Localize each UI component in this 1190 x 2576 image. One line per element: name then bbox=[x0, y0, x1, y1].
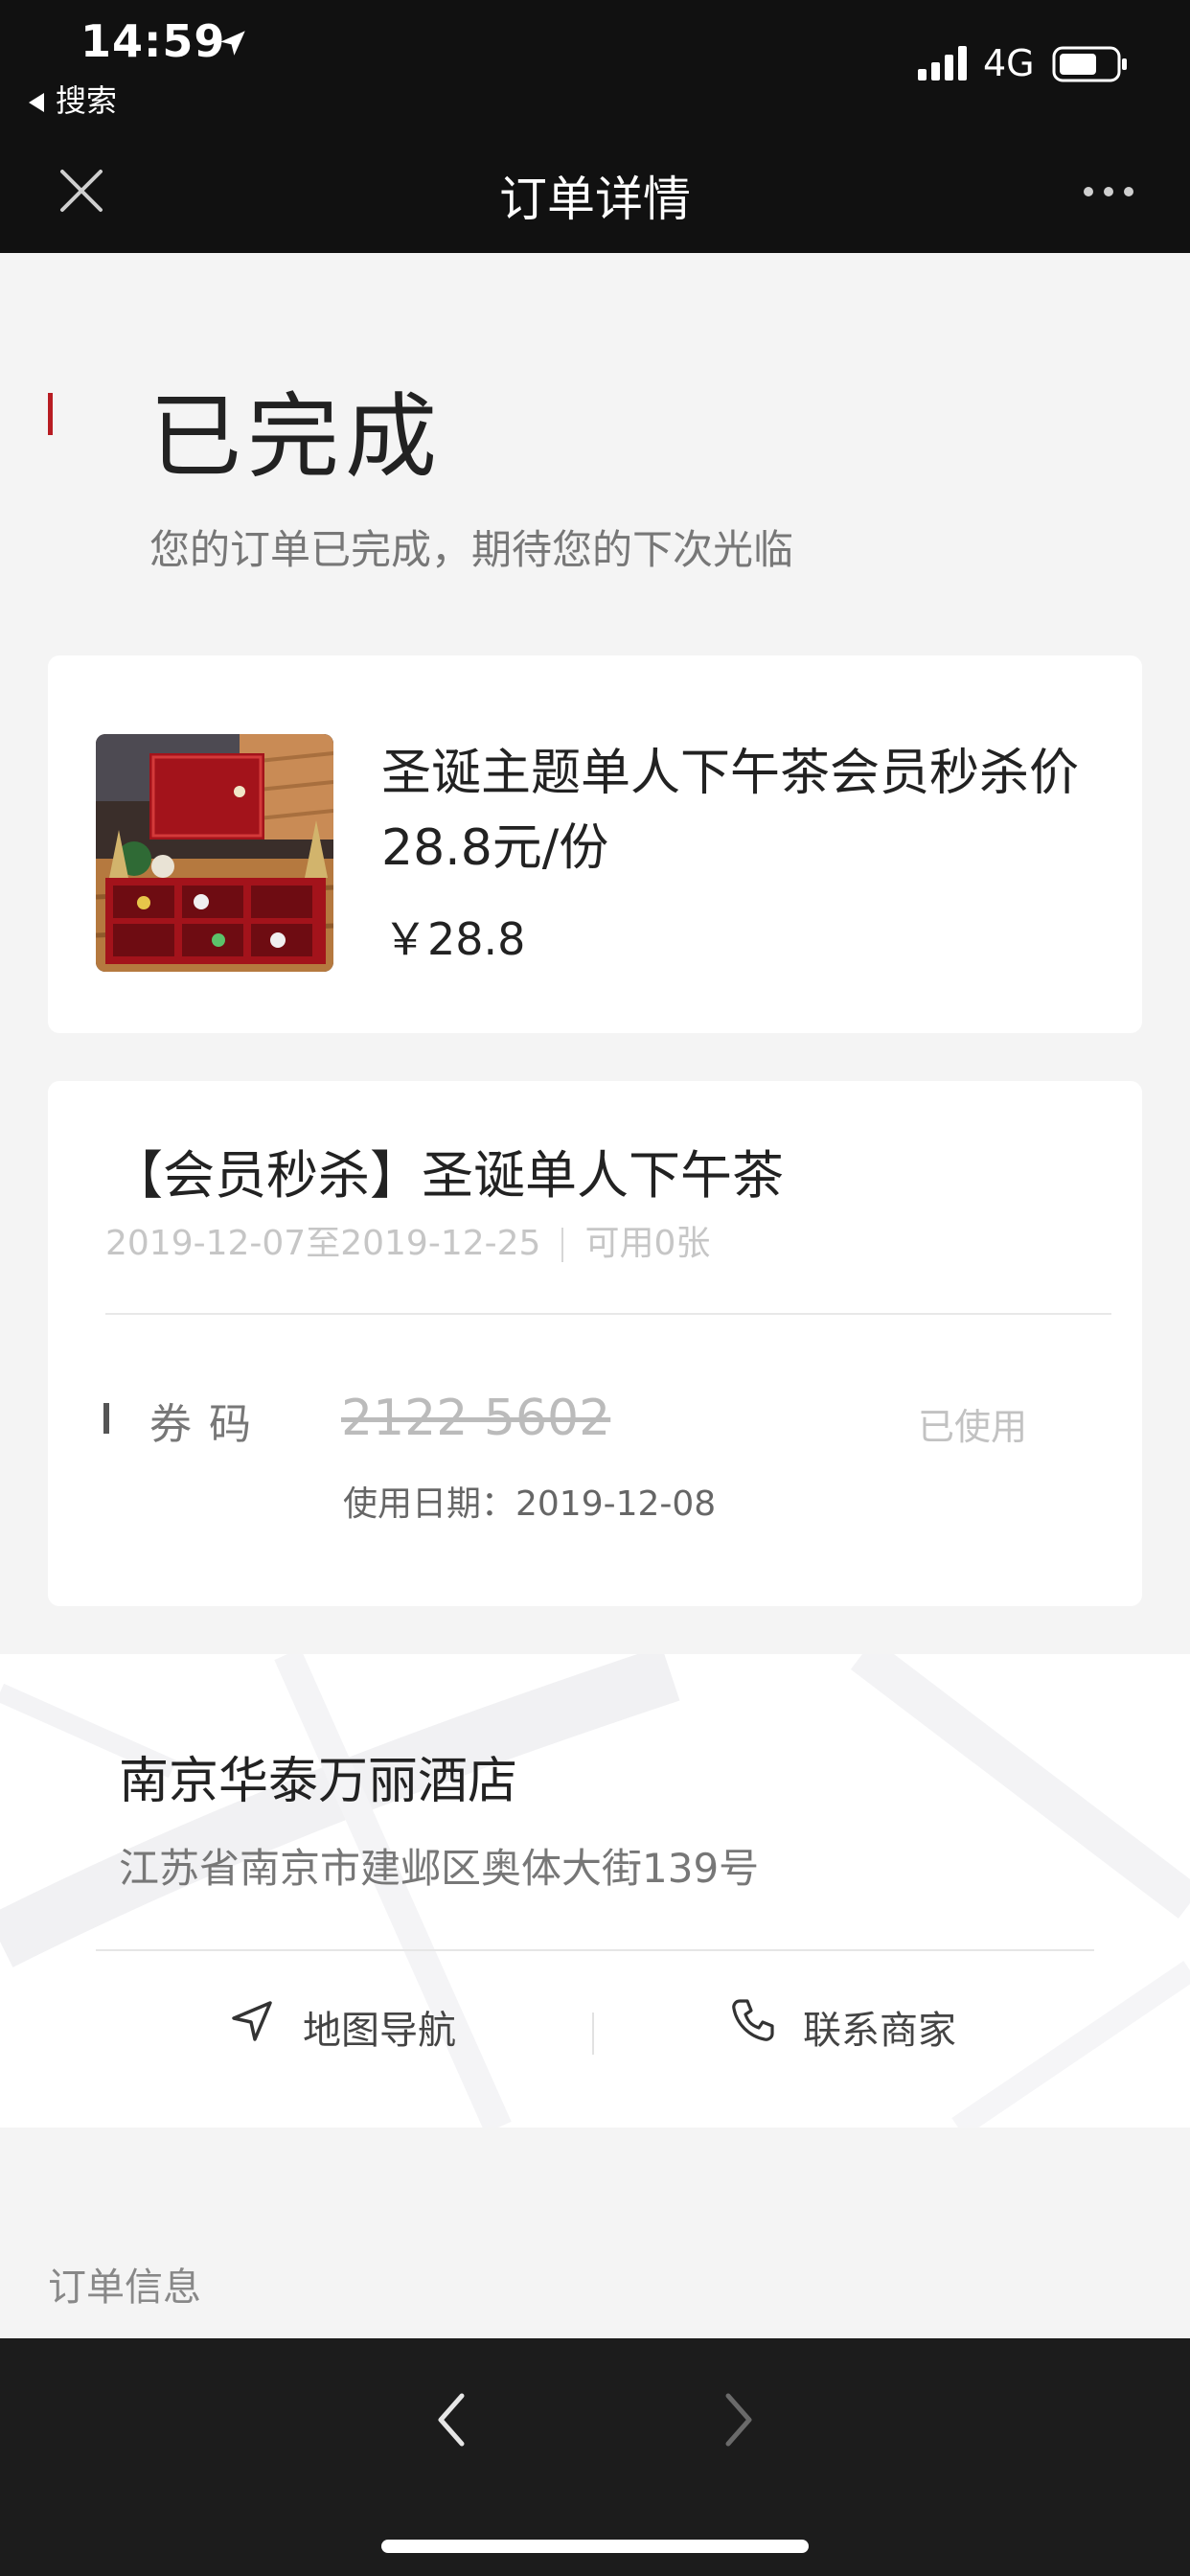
navigation-arrow-icon bbox=[232, 2001, 272, 2041]
contact-merchant-label: 联系商家 bbox=[803, 2009, 956, 2053]
forward-chevron-icon[interactable] bbox=[715, 2386, 763, 2453]
home-indicator[interactable] bbox=[381, 2540, 809, 2553]
code-marker bbox=[103, 1403, 109, 1434]
back-triangle-icon bbox=[29, 93, 44, 112]
meta-separator bbox=[561, 1228, 564, 1262]
merchant-name: 南京华泰万丽酒店 bbox=[119, 1753, 518, 1810]
divider bbox=[105, 1313, 1111, 1315]
more-options-icon[interactable] bbox=[1081, 182, 1136, 201]
battery-icon bbox=[1052, 46, 1127, 82]
back-chevron-icon[interactable] bbox=[427, 2386, 475, 2453]
page-title: 订单详情 bbox=[499, 172, 691, 227]
coupon-available-count: 可用0张 bbox=[584, 1224, 711, 1263]
product-card[interactable]: 圣诞主题单人下午茶会员秒杀价28.8元/份 ￥28.8 bbox=[48, 656, 1142, 1033]
back-app-label: 搜索 bbox=[56, 82, 118, 119]
coupon-code-label: 券码 bbox=[149, 1400, 268, 1449]
product-price: ￥28.8 bbox=[383, 913, 526, 965]
coupon-code: 2122 5602 bbox=[341, 1390, 611, 1447]
merchant-address: 江苏省南京市建邺区奥体大街139号 bbox=[119, 1845, 760, 1892]
coupon-code-status: 已使用 bbox=[918, 1406, 1028, 1448]
order-info-heading: 订单信息 bbox=[48, 2266, 201, 2310]
network-type: 4G bbox=[983, 42, 1035, 84]
merchant-section: 南京华泰万丽酒店 江苏省南京市建邺区奥体大街139号 地图导航 联系商家 bbox=[0, 1654, 1190, 2128]
back-to-app-link[interactable]: 搜索 bbox=[29, 77, 117, 121]
order-status-title: 已完成 bbox=[149, 383, 443, 491]
location-arrow-icon bbox=[220, 31, 245, 56]
cellular-signal-icon bbox=[918, 46, 967, 80]
navigation-bar: 订单详情 bbox=[0, 132, 1190, 253]
product-image bbox=[96, 734, 333, 972]
coupon-title: 【会员秒杀】圣诞单人下午茶 bbox=[111, 1145, 784, 1206]
browser-toolbar bbox=[0, 2338, 1190, 2576]
map-navigation-label: 地图导航 bbox=[303, 2009, 456, 2053]
divider bbox=[96, 1949, 1094, 1951]
coupon-meta: 2019-12-07至2019-12-25 可用0张 bbox=[105, 1215, 710, 1265]
status-accent-marker bbox=[48, 393, 53, 435]
coupon-validity: 2019-12-07至2019-12-25 bbox=[105, 1224, 541, 1263]
status-bar: 14:59 搜索 4G bbox=[0, 0, 1190, 132]
button-separator bbox=[592, 2012, 594, 2055]
product-name: 圣诞主题单人下午茶会员秒杀价28.8元/份 bbox=[381, 745, 1080, 877]
coupon-use-date: 使用日期：2019-12-08 bbox=[343, 1484, 717, 1524]
status-time: 14:59 bbox=[80, 15, 226, 67]
phone-icon bbox=[732, 1999, 774, 2041]
order-status-description: 您的订单已完成，期待您的下次光临 bbox=[149, 526, 794, 573]
coupon-card: 【会员秒杀】圣诞单人下午茶 2019-12-07至2019-12-25 可用0张 … bbox=[48, 1081, 1142, 1606]
